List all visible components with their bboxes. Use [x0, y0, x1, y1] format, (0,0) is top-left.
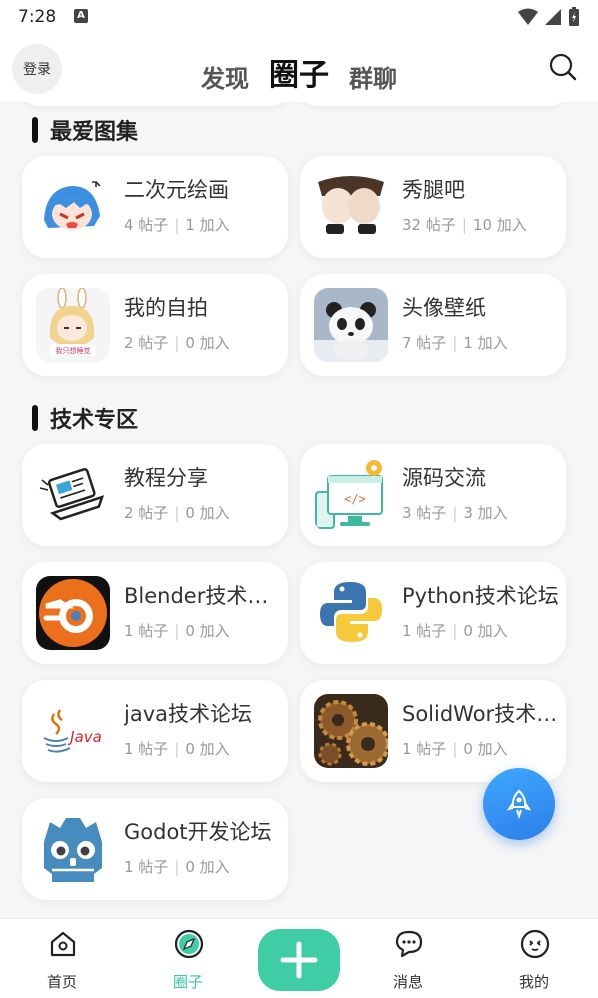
circle-name: 我的自拍 — [124, 296, 208, 320]
code-monitor-icon: </> — [314, 458, 388, 532]
profile-icon — [520, 929, 550, 959]
wifi-icon — [518, 8, 538, 25]
home-icon — [50, 931, 76, 957]
circle-stats: 32 帖子 | 10 加入 — [402, 216, 527, 234]
circle-card-selfie[interactable]: 我只想睡觉 我的自拍 2 帖子 | 0 加入 — [22, 274, 288, 376]
circle-name: 头像壁纸 — [402, 296, 486, 320]
rocket-icon — [506, 789, 532, 819]
anime-girl-icon — [36, 170, 110, 244]
gears-icon — [314, 694, 388, 768]
circle-name: Python技术论坛 — [402, 584, 559, 608]
svg-text:</>: </> — [344, 492, 366, 506]
circle-card-solidworks[interactable]: SolidWor技术论坛 1 帖子 | 0 加入 — [300, 680, 566, 782]
status-time: 7:28 — [18, 7, 57, 27]
circle-name: 秀腿吧 — [402, 178, 465, 202]
nav-profile[interactable]: 我的 — [494, 919, 574, 998]
notification-badge-icon: A — [74, 9, 88, 23]
circle-stats: 2 帖子 | 0 加入 — [124, 334, 230, 352]
laptop-icon — [36, 458, 110, 532]
compass-icon — [174, 929, 204, 959]
circle-name: 二次元绘画 — [124, 178, 229, 202]
search-icon[interactable] — [548, 52, 578, 82]
circle-stats: 1 帖子 | 0 加入 — [402, 622, 508, 640]
circle-card-source-code[interactable]: </> 源码交流 3 帖子 | 3 加入 — [300, 444, 566, 546]
chat-icon — [395, 930, 423, 958]
nav-circles[interactable]: 圈子 — [148, 919, 228, 998]
circle-card-java[interactable]: Java java技术论坛 1 帖子 | 0 加入 — [22, 680, 288, 782]
circle-stats: 1 帖子 | 0 加入 — [124, 622, 230, 640]
circle-stats: 1 帖子 | 0 加入 — [402, 740, 508, 758]
circle-name: 源码交流 — [402, 466, 486, 490]
circle-card-blender[interactable]: Blender技术论坛 1 帖子 | 0 加入 — [22, 562, 288, 664]
top-header: 登录 发现 圈子 群聊 — [0, 34, 598, 102]
svg-text:Java: Java — [67, 728, 102, 746]
battery-icon — [569, 7, 579, 26]
circle-card-avatar-wallpaper[interactable]: 头像壁纸 7 帖子 | 1 加入 — [300, 274, 566, 376]
circle-card-legs[interactable]: 秀腿吧 32 帖子 | 10 加入 — [300, 156, 566, 258]
top-tabs: 发现 圈子 群聊 — [0, 50, 598, 94]
tab-circles[interactable]: 圈子 — [269, 50, 329, 94]
circle-card-tutorials[interactable]: 教程分享 2 帖子 | 0 加入 — [22, 444, 288, 546]
circle-stats: 2 帖子 | 0 加入 — [124, 504, 230, 522]
circle-card-godot[interactable]: Godot开发论坛 1 帖子 | 0 加入 — [22, 798, 288, 900]
previous-card-edge — [300, 102, 566, 106]
circle-card-anime-drawing[interactable]: 二次元绘画 4 帖子 | 1 加入 — [22, 156, 288, 258]
circle-stats: 1 帖子 | 0 加入 — [124, 858, 230, 876]
tab-group-chat[interactable]: 群聊 — [349, 59, 397, 94]
circle-card-python[interactable]: Python技术论坛 1 帖子 | 0 加入 — [300, 562, 566, 664]
rocket-fab-button[interactable] — [483, 768, 555, 840]
circle-name: Godot开发论坛 — [124, 820, 272, 844]
blender-logo-icon — [36, 576, 110, 650]
previous-card-edge — [22, 102, 288, 106]
circle-name: Blender技术论坛 — [124, 584, 284, 608]
circle-name: SolidWor技术论坛 — [402, 702, 562, 726]
python-logo-icon — [314, 576, 388, 650]
circle-stats: 7 帖子 | 1 加入 — [402, 334, 508, 352]
bunny-girl-icon: 我只想睡觉 — [36, 288, 110, 362]
bottom-nav: 首页 圈子 消息 我的 — [0, 918, 598, 998]
section-title-tech: 技术专区 — [32, 402, 138, 434]
svg-text:我只想睡觉: 我只想睡觉 — [56, 346, 91, 355]
panda-icon — [314, 288, 388, 362]
godot-logo-icon — [36, 812, 110, 886]
circle-stats: 1 帖子 | 0 加入 — [124, 740, 230, 758]
tab-discover[interactable]: 发现 — [201, 59, 249, 94]
status-bar: 7:28 A — [0, 0, 598, 34]
status-icons — [518, 7, 580, 27]
java-logo-icon: Java — [36, 694, 110, 768]
signal-icon — [545, 9, 561, 25]
create-post-button[interactable] — [258, 929, 340, 991]
section-title-favorites: 最爱图集 — [32, 114, 138, 146]
circle-name: 教程分享 — [124, 466, 208, 490]
circle-stats: 4 帖子 | 1 加入 — [124, 216, 230, 234]
nav-home[interactable]: 首页 — [22, 919, 102, 998]
legs-photo-icon — [314, 170, 388, 244]
plus-icon — [280, 941, 318, 979]
circle-stats: 3 帖子 | 3 加入 — [402, 504, 508, 522]
circle-name: java技术论坛 — [124, 702, 252, 726]
nav-messages[interactable]: 消息 — [368, 919, 448, 998]
